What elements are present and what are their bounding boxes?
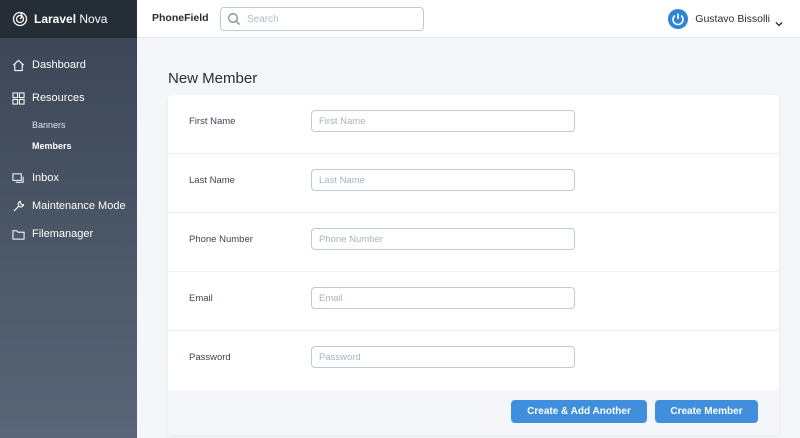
form-row-last-name: Last Name bbox=[168, 154, 779, 213]
search-icon bbox=[227, 12, 241, 26]
sidebar-subitem-banners[interactable]: Banners bbox=[32, 120, 66, 130]
phone-number-field[interactable] bbox=[311, 228, 575, 250]
sidebar: Laravel Nova Dashboard Resources Banners… bbox=[0, 0, 137, 438]
sidebar-item-filemanager[interactable]: Filemanager bbox=[0, 223, 137, 245]
sidebar-item-label: Dashboard bbox=[32, 59, 86, 71]
sidebar-subitem-members[interactable]: Members bbox=[32, 141, 72, 151]
create-member-form: First Name Last Name Phone Number Email … bbox=[168, 95, 779, 435]
last-name-field[interactable] bbox=[311, 169, 575, 191]
form-row-phone-number: Phone Number bbox=[168, 213, 779, 272]
first-name-field[interactable] bbox=[311, 110, 575, 132]
brand-name: Laravel Nova bbox=[34, 12, 108, 26]
form-row-first-name: First Name bbox=[168, 95, 779, 154]
chevron-down-icon bbox=[775, 15, 783, 27]
field-label: Phone Number bbox=[189, 234, 253, 245]
form-row-password: Password bbox=[168, 331, 779, 390]
user-menu[interactable]: Gustavo Bissolli bbox=[668, 9, 783, 29]
sidebar-item-label: Filemanager bbox=[32, 228, 94, 240]
brand-bar[interactable]: Laravel Nova bbox=[0, 0, 137, 38]
page-title: New Member bbox=[168, 70, 258, 87]
password-field[interactable] bbox=[311, 346, 575, 368]
field-label: First Name bbox=[189, 116, 236, 127]
sidebar-item-label: Inbox bbox=[32, 172, 59, 184]
home-icon bbox=[11, 58, 25, 72]
sidebar-item-inbox[interactable]: Inbox bbox=[0, 167, 137, 189]
form-row-email: Email bbox=[168, 272, 779, 331]
wrench-icon bbox=[11, 199, 25, 213]
sidebar-item-maintenance-mode[interactable]: Maintenance Mode bbox=[0, 195, 137, 217]
create-member-button[interactable]: Create Member bbox=[655, 400, 758, 423]
email-field[interactable] bbox=[311, 287, 575, 309]
grid-icon bbox=[11, 91, 25, 105]
chat-icon bbox=[11, 171, 25, 185]
user-name: Gustavo Bissolli bbox=[695, 13, 770, 25]
app-title: PhoneField bbox=[152, 12, 209, 24]
search-input[interactable] bbox=[247, 13, 407, 25]
sidebar-item-label: Maintenance Mode bbox=[32, 200, 126, 212]
folder-icon bbox=[11, 227, 25, 241]
global-search[interactable] bbox=[220, 7, 424, 31]
sidebar-item-dashboard[interactable]: Dashboard bbox=[0, 54, 137, 76]
sidebar-item-resources[interactable]: Resources bbox=[0, 87, 137, 109]
field-label: Email bbox=[189, 293, 213, 304]
sidebar-item-label: Resources bbox=[32, 92, 85, 104]
top-bar: PhoneField Gustavo Bissolli bbox=[137, 0, 800, 38]
avatar bbox=[668, 9, 689, 29]
field-label: Password bbox=[189, 352, 231, 363]
nova-logo-icon bbox=[12, 11, 28, 27]
create-and-add-another-button[interactable]: Create & Add Another bbox=[511, 400, 647, 423]
field-label: Last Name bbox=[189, 175, 235, 186]
